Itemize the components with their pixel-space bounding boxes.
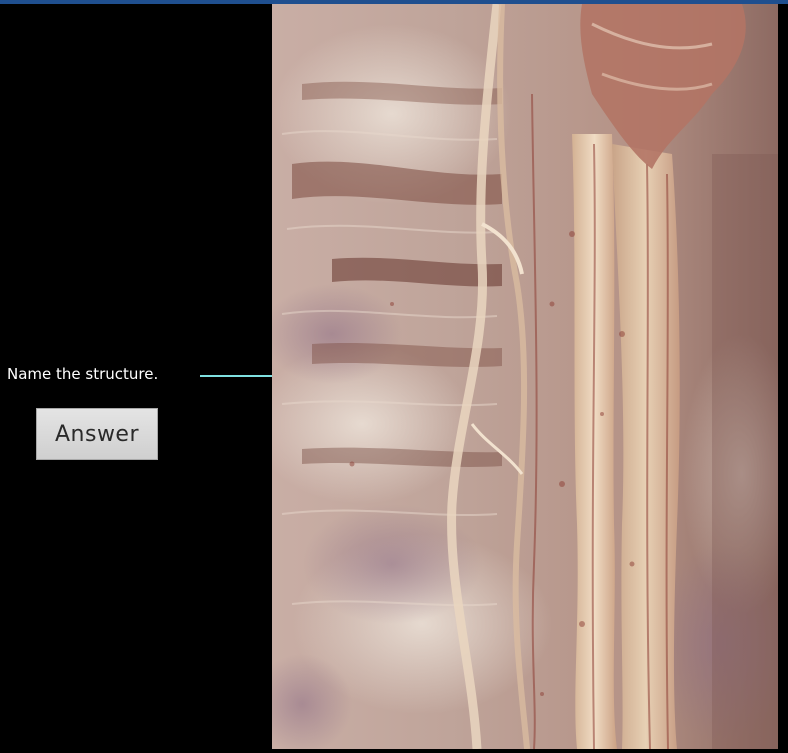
quiz-panel: Name the structure. Answer (0, 4, 308, 753)
right-edge (778, 4, 788, 753)
specimen-photo (272, 4, 778, 749)
answer-button[interactable]: Answer (36, 408, 158, 460)
question-label: Name the structure. (7, 365, 159, 383)
specimen-photo-image (272, 4, 778, 749)
